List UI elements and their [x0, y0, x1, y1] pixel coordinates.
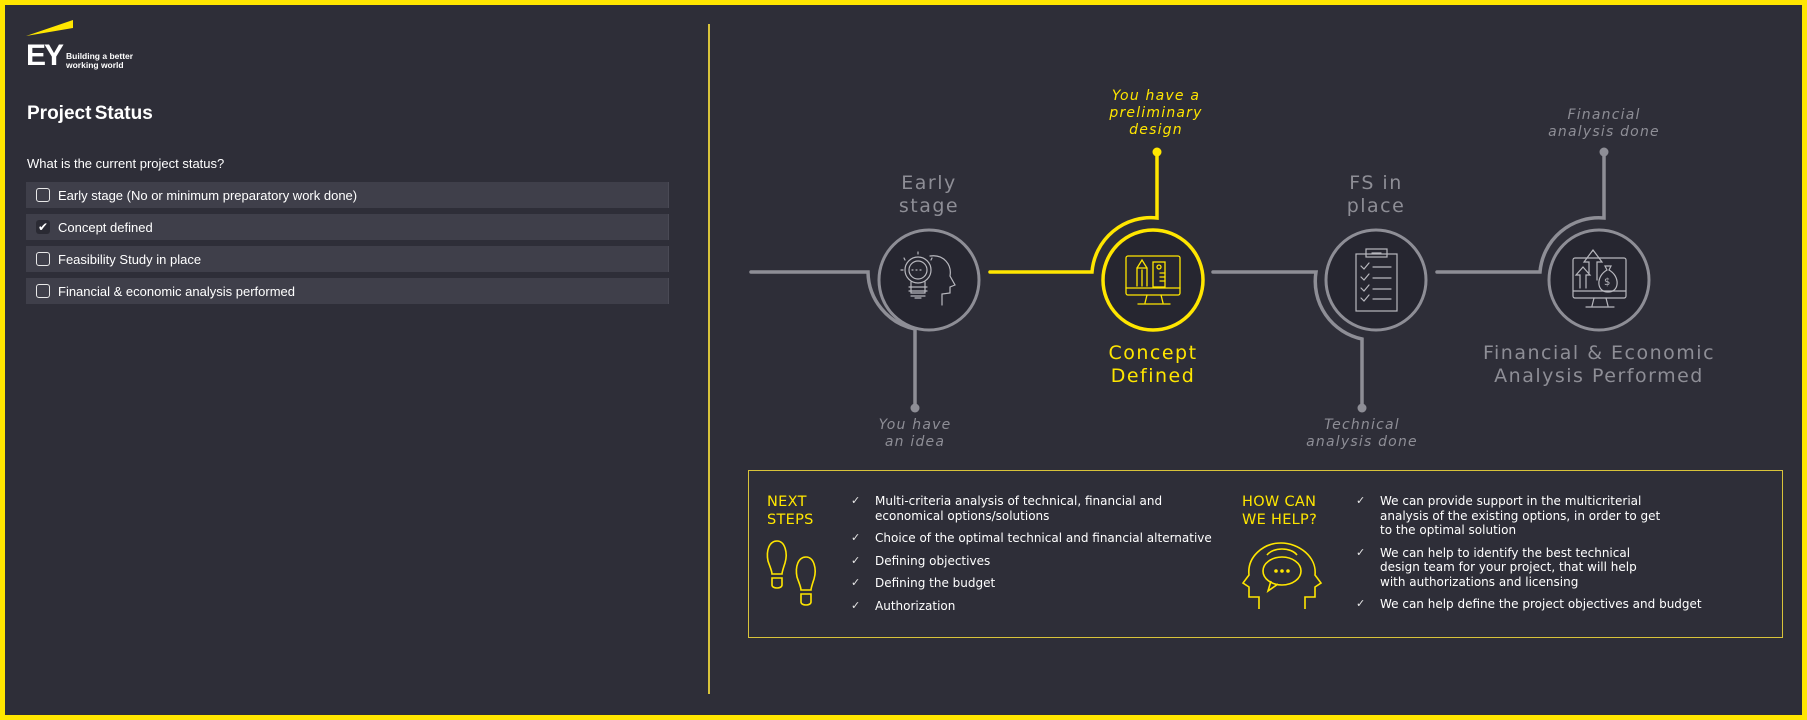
check-icon: ✓ — [1356, 597, 1366, 610]
milestone-financial-analysis: Financial analysis done — [1548, 107, 1660, 140]
stage-title-early-stage: Early stage — [898, 172, 960, 217]
svg-text:$: $ — [1604, 277, 1610, 288]
check-icon: ✓ — [851, 553, 861, 567]
next-step-item: ✓ Multi-criteria analysis of technical, f… — [851, 494, 1163, 523]
next-step-item: ✓ Defining objectives — [851, 553, 991, 568]
help-item: ✓ We can help to identify the best techni… — [1356, 545, 1637, 589]
stage-title-concept-defined: Concept Defined — [1108, 342, 1198, 387]
stage-node-early-stage[interactable] — [877, 228, 981, 332]
stage-title-financial-analysis: Financial & Economic Analysis Performed — [1482, 342, 1716, 387]
help-item: ✓ We can help define the project objectiv… — [1356, 597, 1702, 611]
milestone-dot-early-stage — [910, 403, 920, 413]
two-heads-speech-icon — [1241, 542, 1323, 609]
next-steps-list: ✓ Multi-criteria analysis of technical, f… — [851, 494, 1231, 621]
check-icon: ✓ — [851, 494, 861, 507]
milestone-fs-in-place: Technical analysis done — [1306, 417, 1418, 450]
milestone-early-stage: You have an idea — [878, 417, 952, 450]
footprints-icon — [766, 540, 816, 606]
milestone-dot-concept-defined — [1152, 147, 1162, 157]
next-steps-heading: NEXT STEPS — [767, 494, 814, 528]
check-icon: ✓ — [1356, 494, 1366, 507]
milestone-dot-fs-in-place — [1357, 403, 1367, 413]
stage-node-fs-in-place[interactable] — [1324, 228, 1428, 332]
milestone-dot-financial-analysis — [1599, 147, 1609, 157]
check-icon: ✓ — [851, 531, 861, 544]
next-step-item: ✓ Choice of the optimal technical and fin… — [851, 531, 1212, 545]
stage-node-financial-analysis[interactable]: $ — [1547, 228, 1651, 332]
how-can-we-help-list: ✓ We can provide support in the multicrit… — [1356, 494, 1736, 620]
info-box: NEXT STEPS ✓ Multi-criteria analysis of t… — [748, 470, 1783, 638]
how-can-we-help-heading: HOW CAN WE HELP? — [1242, 494, 1318, 528]
next-step-item: ✓ Defining the budget — [851, 576, 996, 590]
stage-title-fs-in-place: FS in place — [1346, 172, 1406, 217]
help-item: ✓ We can provide support in the multicrit… — [1356, 494, 1661, 537]
check-icon: ✓ — [1356, 545, 1366, 559]
check-icon: ✓ — [851, 598, 861, 612]
next-step-item: ✓ Authorization — [851, 598, 956, 613]
milestone-concept-defined: You have a preliminary design — [1109, 88, 1203, 138]
check-icon: ✓ — [851, 576, 861, 589]
stage-node-concept-defined[interactable] — [1101, 228, 1205, 332]
